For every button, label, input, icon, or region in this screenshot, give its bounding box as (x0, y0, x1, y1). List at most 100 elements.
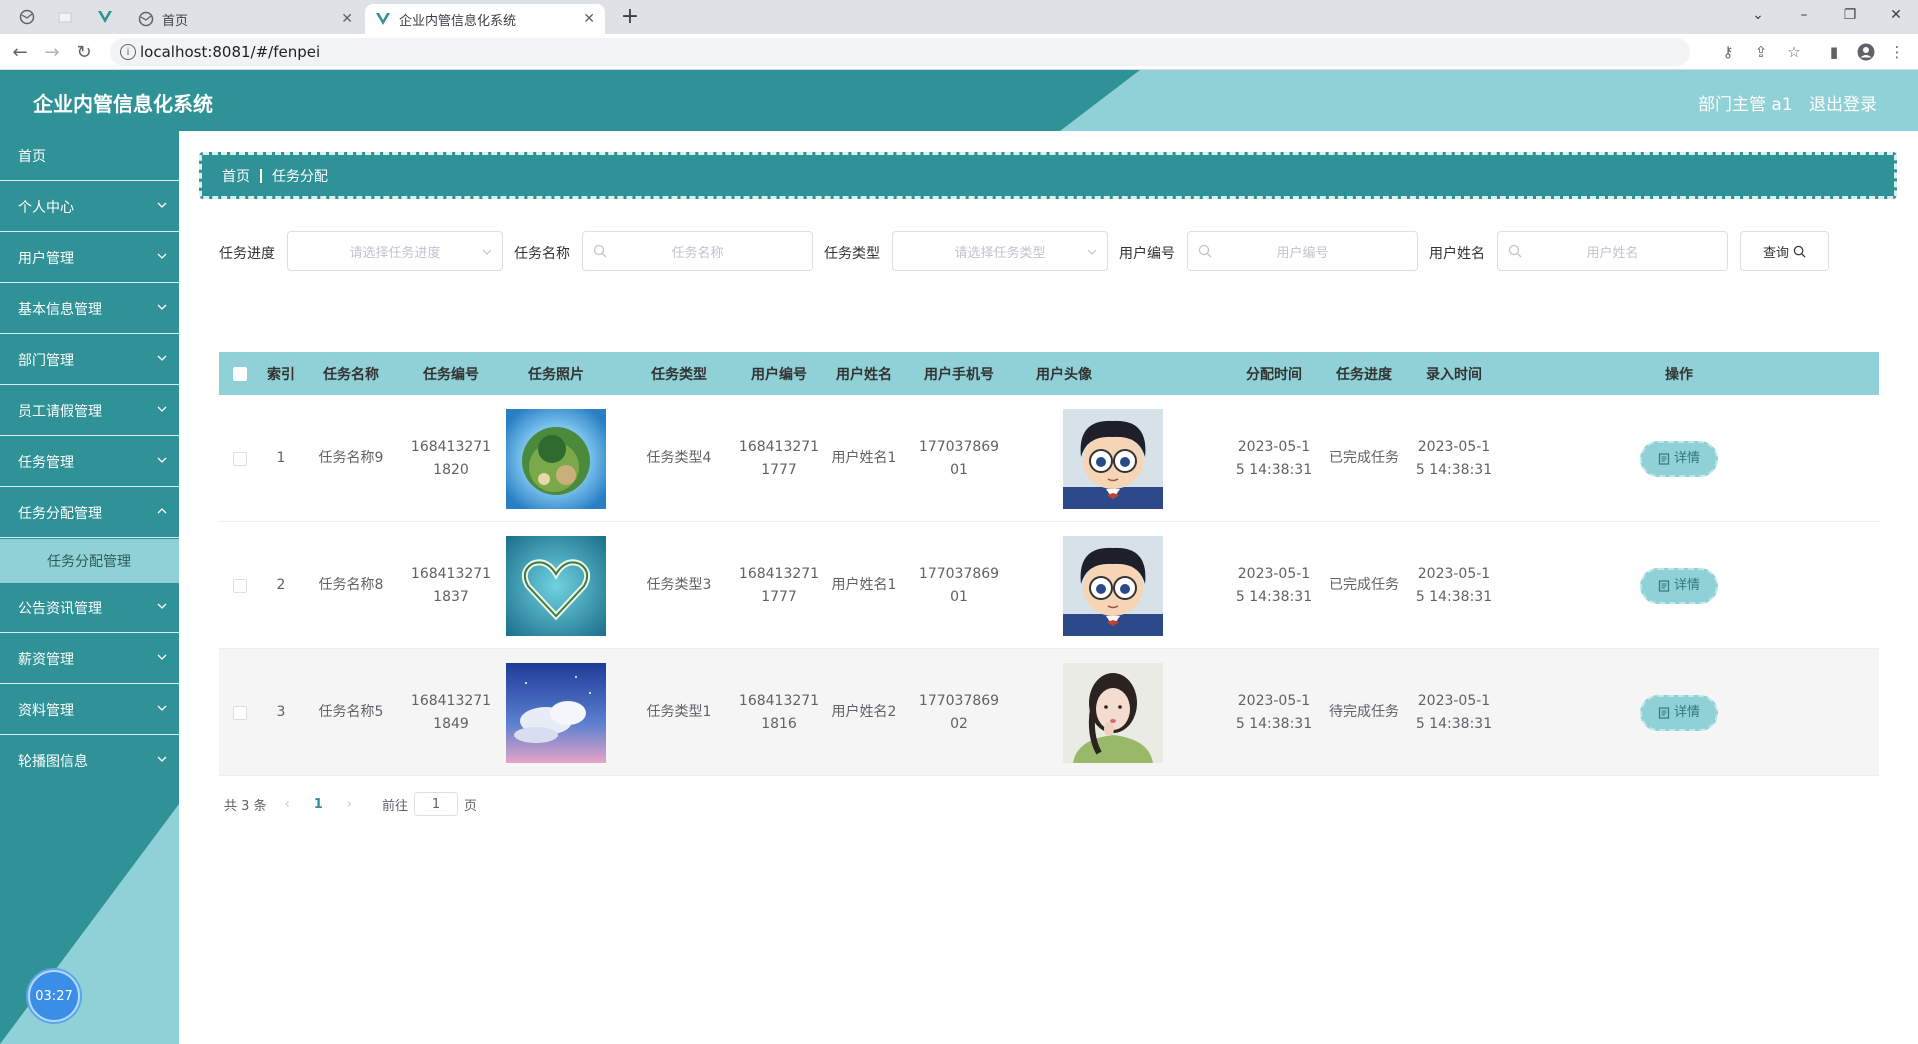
globe-icon[interactable] (18, 8, 36, 26)
chevron-down-icon (1087, 249, 1097, 255)
column-header[interactable]: 用户头像 (1009, 352, 1119, 395)
close-icon[interactable]: ✕ (341, 11, 353, 27)
sidebar-item-home[interactable]: 首页 (0, 131, 179, 181)
vue-logo-icon[interactable] (96, 8, 114, 26)
sidebar-item-basic-info[interactable]: 基本信息管理 (0, 284, 179, 334)
task-no-cell: 168413271 1837 (401, 522, 501, 649)
tab-active[interactable]: 企业内管信息化系统 ✕ (365, 4, 605, 34)
column-header[interactable]: 分配时间 (1229, 352, 1319, 395)
column-header[interactable]: 操作 (1619, 352, 1739, 395)
timer-badge[interactable]: 03:27 (28, 970, 80, 1022)
task-name-cell: 任务名称9 (318, 450, 384, 466)
entry-time-line: 2023-05-1 (1417, 692, 1491, 709)
query-label: 查询 (1762, 245, 1789, 261)
profile-icon[interactable] (1856, 42, 1876, 62)
table-row[interactable]: 3 任务名称5 168413271 1849 任务类型1 168413271 181… (219, 649, 1879, 776)
url-field[interactable]: i localhost:8081/#/fenpei (110, 38, 1690, 66)
sidebar-item-announcements[interactable]: 公告资讯管理 (0, 583, 179, 633)
task-no-line: 1837 (433, 588, 469, 605)
sidebar-subitem-task-assign[interactable]: 任务分配管理 (0, 539, 179, 583)
sidebar-item-leave[interactable]: 员工请假管理 (0, 386, 179, 436)
blank-page-icon[interactable] (56, 8, 74, 26)
chevron-down-icon (157, 654, 167, 660)
phone-line: 177037869 (918, 438, 1000, 455)
detail-button[interactable]: 详情 (1640, 440, 1718, 477)
column-header[interactable]: 任务进度 (1319, 352, 1409, 395)
close-icon[interactable]: ✕ (583, 11, 595, 27)
user-name-input[interactable]: 用户姓名 (1497, 231, 1728, 271)
forward-icon[interactable]: → (40, 40, 64, 64)
sky-clouds-photo[interactable] (506, 662, 606, 763)
column-header[interactable]: 用户手机号 (909, 352, 1009, 395)
column-header[interactable]: 索引 (261, 352, 301, 395)
chevron-down-icon (157, 756, 167, 762)
prev-page-icon[interactable]: ‹ (285, 797, 290, 812)
column-header[interactable]: 任务编号 (401, 352, 501, 395)
entry-time-cell: 2023-05-1 5 14:38:31 (1409, 522, 1499, 649)
column-header[interactable]: 任务照片 (501, 352, 611, 395)
logout-link[interactable]: 退出登录 (1809, 90, 1877, 115)
sidebar-item-personal[interactable]: 个人中心 (0, 182, 179, 232)
entry-time-line: 2023-05-1 (1417, 438, 1491, 455)
sidebar-item-salary[interactable]: 薪资管理 (0, 634, 179, 684)
side-panel-icon[interactable]: ▮ (1824, 42, 1844, 62)
column-header[interactable]: 任务类型 (619, 352, 739, 395)
task-photo-cell (501, 522, 611, 649)
planet-island-photo[interactable] (506, 408, 606, 509)
sidebar-item-users[interactable]: 用户管理 (0, 233, 179, 283)
user-no-input[interactable]: 用户编号 (1187, 231, 1418, 271)
key-icon[interactable]: ⚷ (1718, 42, 1738, 62)
detail-button[interactable]: 详情 (1640, 567, 1718, 604)
query-button[interactable]: 查询 (1740, 231, 1829, 271)
cartoon-boy-avatar[interactable] (1063, 408, 1163, 509)
entry-time-line: 2023-05-1 (1417, 565, 1491, 582)
breadcrumb-home[interactable]: 首页 (222, 166, 250, 186)
progress-select[interactable]: 请选择任务进度 (287, 231, 503, 271)
column-header[interactable]: 用户编号 (739, 352, 819, 395)
sidebar-item-department[interactable]: 部门管理 (0, 335, 179, 385)
pagination: 共 3 条 ‹ 1 › 前往 1 页 (224, 790, 477, 818)
type-select[interactable]: 请选择任务类型 (892, 231, 1108, 271)
new-tab-icon[interactable]: + (615, 4, 645, 29)
column-header[interactable]: 用户姓名 (819, 352, 909, 395)
cartoon-boy-avatar[interactable] (1063, 535, 1163, 636)
table-row[interactable]: 2 任务名称8 168413271 1837 任务类型3 168413271 177… (219, 522, 1879, 649)
reload-icon[interactable]: ↻ (72, 40, 96, 64)
goto-page-input[interactable]: 1 (414, 792, 459, 816)
menu-dots-icon[interactable]: ⋮ (1887, 42, 1907, 62)
page-number[interactable]: 1 (314, 797, 323, 812)
restore-icon[interactable]: ❐ (1827, 0, 1873, 30)
sidebar-item-materials[interactable]: 资料管理 (0, 685, 179, 735)
column-header[interactable]: 任务名称 (301, 352, 401, 395)
assign-time-line: 2023-05-1 (1237, 438, 1311, 455)
minimize-icon[interactable]: – (1781, 0, 1827, 30)
info-icon[interactable]: i (120, 44, 136, 60)
task-no-line: 1849 (433, 715, 469, 732)
next-page-icon[interactable]: › (347, 797, 352, 812)
bookmark-star-icon[interactable]: ☆ (1784, 42, 1804, 62)
row-checkbox[interactable] (233, 451, 247, 466)
row-checkbox[interactable] (233, 578, 247, 593)
select-all-cell (219, 352, 261, 395)
row-checkbox[interactable] (233, 705, 247, 720)
detail-button[interactable]: 详情 (1640, 694, 1718, 731)
select-all-checkbox[interactable] (233, 366, 247, 381)
action-cell: 详情 (1619, 522, 1739, 649)
phone-cell: 177037869 01 (909, 395, 1009, 522)
tab-home[interactable]: 首页 ✕ (128, 4, 363, 34)
sidebar-item-tasks[interactable]: 任务管理 (0, 437, 179, 487)
chevron-down-icon (157, 253, 167, 259)
search-icon (593, 244, 607, 258)
back-icon[interactable]: ← (8, 40, 32, 64)
task-name-input[interactable]: 任务名称 (582, 231, 813, 271)
heart-island-photo[interactable] (506, 535, 606, 636)
sidebar-item-carousel[interactable]: 轮播图信息 (0, 736, 179, 786)
tab-search-icon[interactable]: ⌄ (1735, 0, 1781, 30)
search-icon (1198, 244, 1212, 258)
sidebar-item-task-assign[interactable]: 任务分配管理 (0, 488, 179, 538)
close-window-icon[interactable]: ✕ (1873, 0, 1918, 30)
girl-portrait-avatar[interactable] (1063, 662, 1163, 763)
table-row[interactable]: 1 任务名称9 168413271 1820 任务类型4 168413271 177… (219, 395, 1879, 522)
share-icon[interactable]: ⇪ (1751, 42, 1771, 62)
column-header[interactable]: 录入时间 (1409, 352, 1499, 395)
